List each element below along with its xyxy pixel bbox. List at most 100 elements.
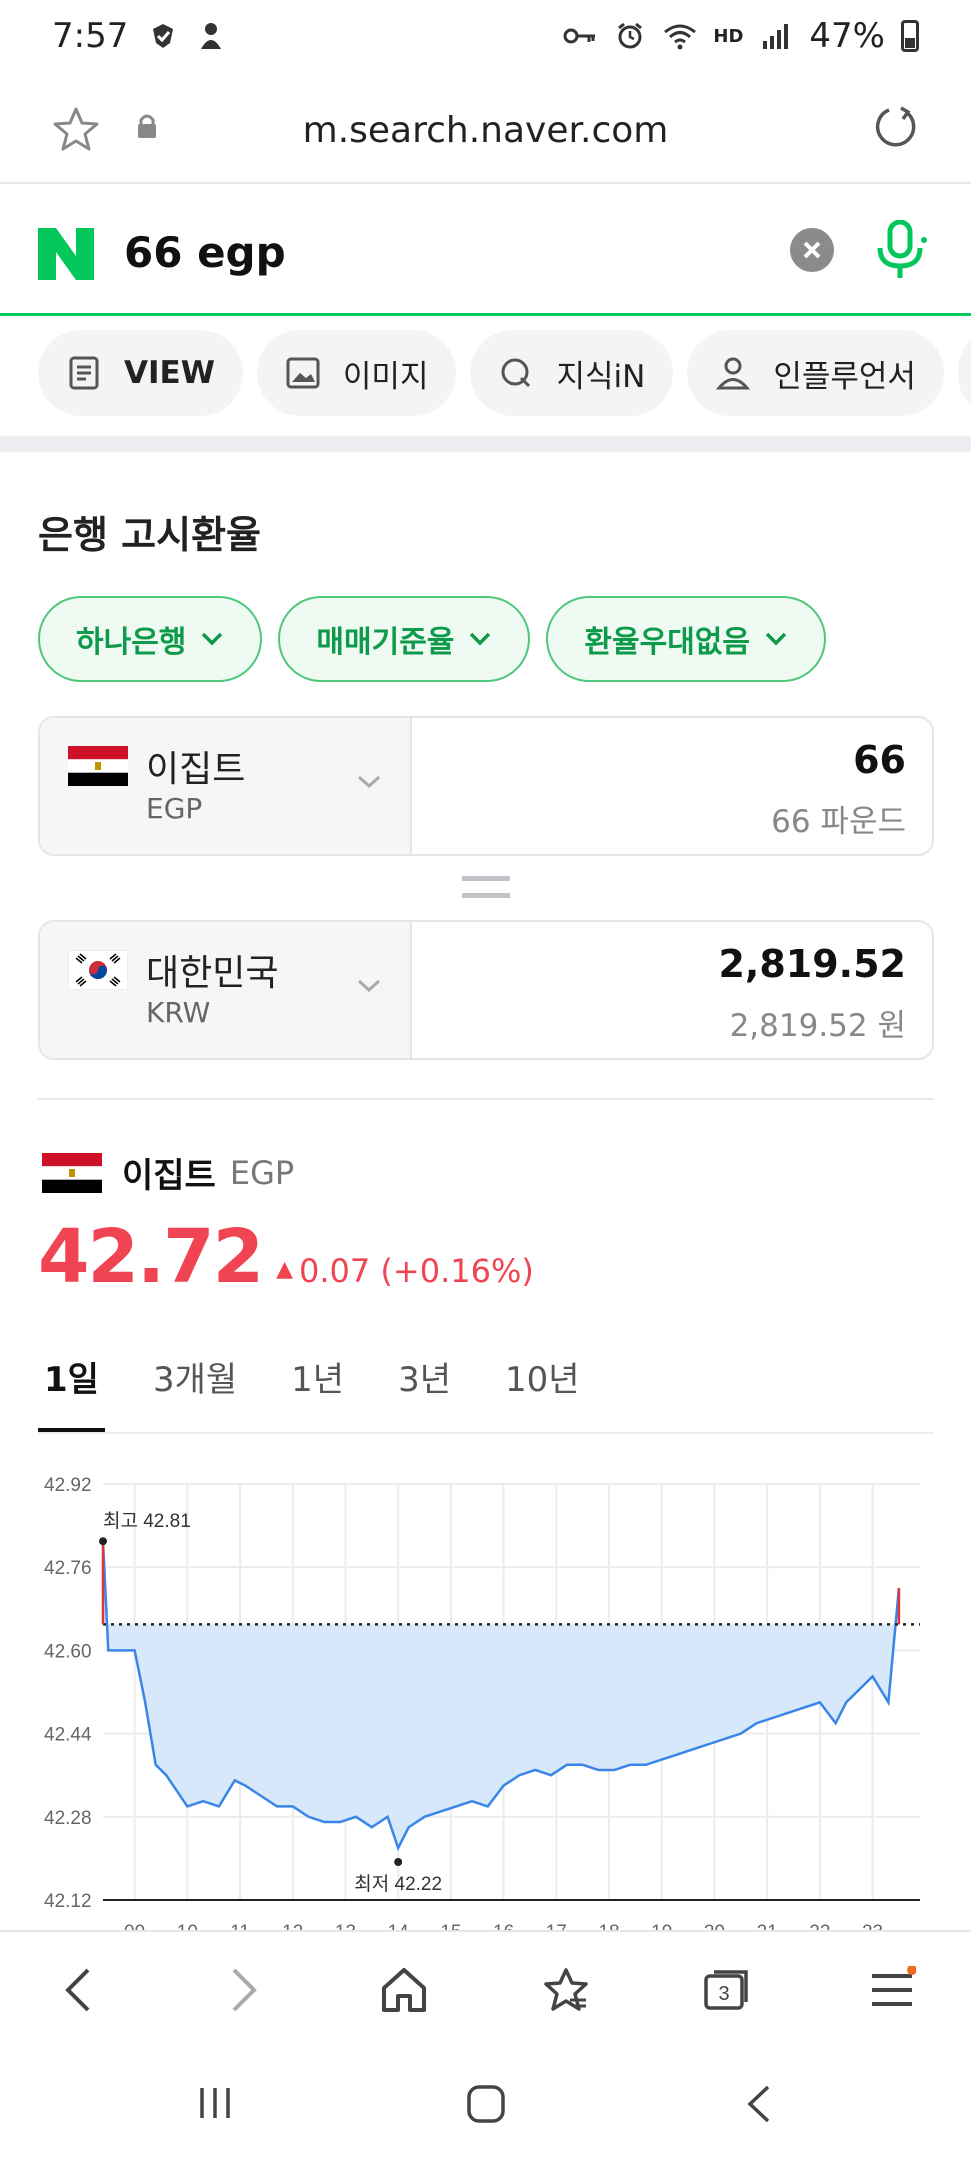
back-icon[interactable] [60,1966,96,2018]
period-3m[interactable]: 3개월 [147,1352,243,1432]
reload-icon[interactable] [873,104,919,154]
url-text[interactable]: m.search.naver.com [0,110,971,151]
x-tick-label: 18 [598,1922,619,1930]
bookmarks-icon[interactable] [542,1966,590,2018]
x-tick-label: 19 [651,1922,672,1930]
home-system-icon[interactable] [466,2084,506,2128]
x-tick-label: 13 [335,1922,356,1930]
equals-icon [462,876,510,898]
document-icon [66,355,102,391]
to-amount: 2,819.52 [718,942,906,986]
egypt-flag-icon [68,746,128,786]
tab-influencer[interactable]: 인플루언서 [687,330,944,416]
rate-currency-code: EGP [229,1153,295,1192]
battery-percent: 47% [809,16,885,56]
tab-images[interactable]: 이미지 [256,330,457,416]
tab-view[interactable]: VIEW [38,330,243,416]
to-currency-select[interactable]: 대한민국 KRW [40,922,412,1058]
tab-label: VIEW [124,355,215,391]
forward-icon[interactable] [226,1966,262,2018]
y-tick-label: 42.12 [44,1891,92,1912]
chevron-down-icon [202,632,223,646]
period-1d[interactable]: 1일 [38,1352,105,1432]
recent-apps-icon[interactable] [198,2086,232,2124]
low-label: 최저 42.22 [354,1873,442,1895]
converter-to: 대한민국 KRW 2,819.52 2,819.52 원 [38,920,934,1060]
high-label: 최고 42.81 [103,1510,191,1532]
x-tick-label: 14 [388,1922,410,1930]
chip-label: 하나은행 [76,625,187,660]
clear-search-button[interactable] [790,228,834,272]
rate-change: 0.07 (+0.16%) [299,1252,534,1290]
x-tick-label: 22 [809,1922,830,1930]
system-nav-bar [0,2044,971,2157]
browser-bottom-nav: 3 [0,1930,971,2042]
microphone-icon[interactable] [872,219,928,286]
filter-chips: 하나은행 매매기준율 환율우대없음 [38,596,827,682]
tab-label: 지식iN [556,358,646,395]
x-tick-label: 21 [757,1922,778,1930]
status-bar: 7:57 HD 47% [0,0,971,72]
from-currency-select[interactable]: 이집트 EGP [40,718,412,854]
y-tick-label: 42.28 [44,1808,92,1829]
signal-icon [759,19,793,53]
from-currency-code: EGP [146,792,203,825]
image-icon [285,355,321,391]
tab-kin[interactable]: 지식iN [470,330,674,416]
naver-logo[interactable] [38,228,94,280]
person-icon [715,355,751,391]
x-tick-label: 17 [546,1922,567,1930]
period-3y[interactable]: 3년 [392,1352,457,1432]
rate-currency-name: 이집트 [122,1156,216,1196]
period-tabs: 1일 3개월 1년 3년 10년 [38,1352,934,1434]
x-tick-label: 12 [282,1922,303,1930]
back-system-icon[interactable] [744,2084,774,2128]
high-point [99,1537,107,1546]
egypt-flag-icon [42,1152,102,1193]
from-currency-name: 이집트 [146,749,246,790]
chevron-down-icon [357,775,381,789]
key-icon [563,19,597,53]
converter-from: 이집트 EGP 66 66 파운드 [38,716,934,856]
app-notification-icon [194,19,228,53]
url-bar: m.search.naver.com [0,72,971,184]
rate-price: 42.72 [38,1214,264,1300]
status-time: 7:57 [52,16,129,56]
y-tick-label: 42.92 [44,1475,92,1496]
x-tick-label: 11 [230,1922,250,1930]
alarm-icon [613,19,647,53]
search-input[interactable]: 66 egp [124,228,286,277]
from-amount-input[interactable]: 66 66 파운드 [412,718,932,854]
svg-text:3: 3 [718,1983,729,2005]
period-10y[interactable]: 10년 [499,1352,586,1432]
rate-chart[interactable]: 42.92 42.76 42.60 42.44 42.28 42.12 09 10 11 12 13… [0,1460,971,1930]
korea-flag-icon [68,950,128,990]
menu-icon[interactable] [868,1965,917,2018]
y-tick-label: 42.76 [44,1558,92,1579]
tabs-count-icon[interactable]: 3 [702,1966,752,2018]
chevron-down-icon [357,979,381,993]
to-currency-code: KRW [146,996,211,1029]
period-1y[interactable]: 1년 [285,1352,350,1432]
chevron-down-icon [765,632,787,646]
from-amount: 66 [853,738,906,782]
x-tick-label: 10 [177,1922,198,1930]
divider [38,1098,934,1100]
tab-label: 이미지 [342,358,429,395]
bank-select-chip[interactable]: 하나은행 [38,596,263,682]
preference-chip[interactable]: 환율우대없음 [546,596,827,682]
tab-more[interactable] [957,330,971,416]
to-amount-input[interactable]: 2,819.52 2,819.52 원 [412,922,932,1058]
hd-voice-badge: HD [713,25,744,47]
home-icon[interactable] [380,1966,428,2018]
chevron-down-icon [470,632,491,646]
q-icon [498,355,534,391]
tab-label: 인플루언서 [773,358,916,395]
rate-value: 42.72 ▲ 0.07 (+0.16%) [38,1214,534,1300]
x-tick-label: 20 [704,1922,725,1930]
y-tick-label: 42.44 [44,1725,92,1746]
to-currency-name: 대한민국 [146,953,279,994]
rate-header: 이집트 EGP [42,1148,294,1197]
rate-type-chip[interactable]: 매매기준율 [278,596,531,682]
up-triangle-icon: ▲ [276,1257,293,1282]
